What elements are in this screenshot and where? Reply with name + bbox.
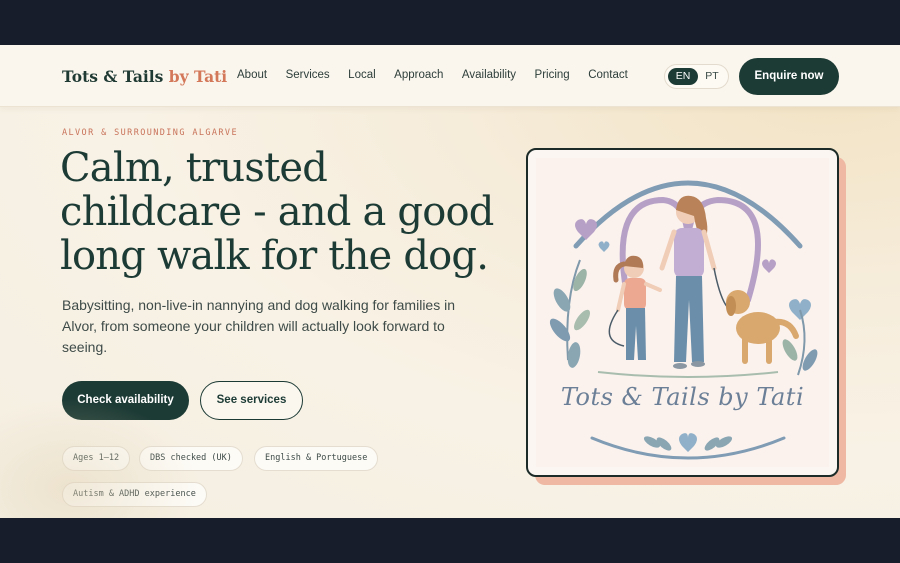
hero-headline: Calm, trusted childcare - and a good lon… xyxy=(60,145,494,279)
enquire-now-button[interactable]: Enquire now xyxy=(739,58,839,95)
language-en-button[interactable]: EN xyxy=(668,68,698,85)
nav-contact[interactable]: Contact xyxy=(588,69,628,81)
chip-ages: Ages 1–12 xyxy=(62,446,131,471)
nav-approach[interactable]: Approach xyxy=(394,69,443,81)
brand-name: Tots & Tails xyxy=(62,67,164,86)
nav-about[interactable]: About xyxy=(237,69,267,81)
see-services-button[interactable]: See services xyxy=(200,381,303,420)
illustration-caption: Tots & Tails by Tati xyxy=(560,383,805,411)
check-availability-button[interactable]: Check availability xyxy=(62,381,189,420)
nav-services[interactable]: Services xyxy=(286,69,330,81)
language-pt-button[interactable]: PT xyxy=(697,68,727,85)
page-viewport: Tots & Tails by Tati About Services Loca… xyxy=(0,45,900,518)
chip-autism-adhd: Autism & ADHD experience xyxy=(62,482,207,507)
hero-eyebrow: ALVOR & SURROUNDING ALGARVE xyxy=(62,128,238,138)
site-header: Tots & Tails by Tati About Services Loca… xyxy=(0,45,900,107)
family-dog-illustration xyxy=(549,180,818,460)
brand-by-tati: by Tati xyxy=(168,67,228,86)
hero-lede: Babysitting, non-live-in nannying and do… xyxy=(62,297,455,355)
main-nav: About Services Local Approach Availabili… xyxy=(237,69,646,81)
chip-languages: English & Portuguese xyxy=(254,446,379,471)
brand-logo[interactable]: Tots & Tails by Tati xyxy=(62,67,227,86)
language-toggle: EN PT xyxy=(664,64,729,89)
hero-illustration-card: Tots & Tails by Tati xyxy=(526,148,839,477)
nav-availability[interactable]: Availability xyxy=(462,69,516,81)
chip-dbs-checked: DBS checked (UK) xyxy=(139,446,243,471)
nav-pricing[interactable]: Pricing xyxy=(535,69,570,81)
nav-local[interactable]: Local xyxy=(348,69,376,81)
